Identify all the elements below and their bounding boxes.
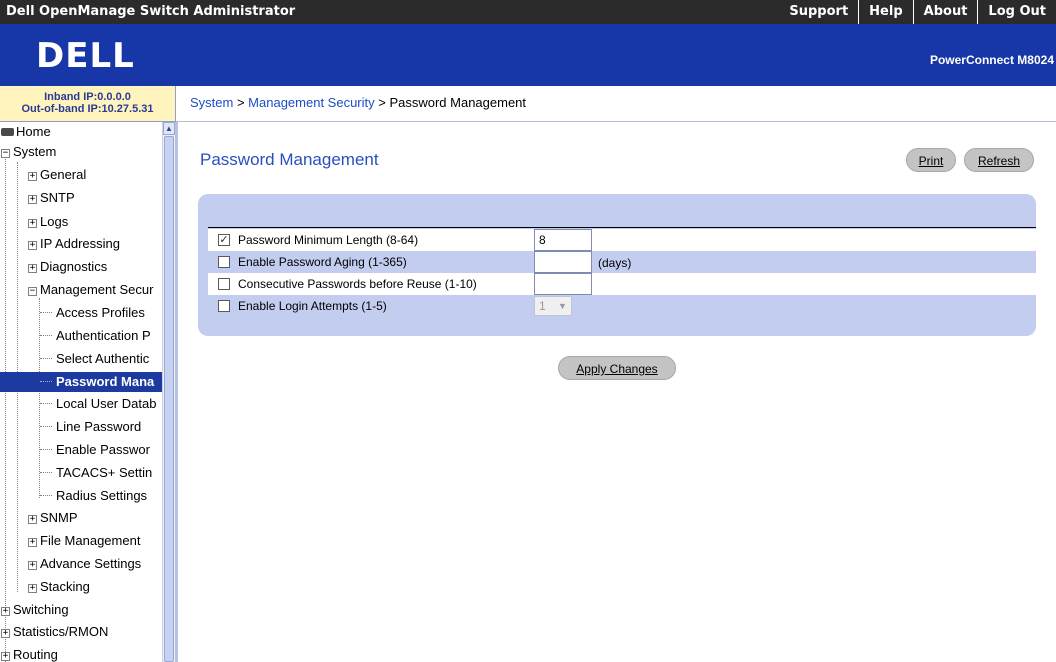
page-title: Password Management — [200, 150, 379, 169]
tree-item-switching[interactable]: + Switching — [1, 600, 69, 620]
breadcrumb-separator: > — [233, 95, 249, 110]
min-length-label: Password Minimum Length (8-64) — [238, 233, 419, 247]
expand-icon[interactable]: + — [28, 515, 37, 524]
main-content: Password Management Print Refresh ✓ Pass… — [190, 122, 1056, 662]
tree-item-snmp[interactable]: + SNMP — [28, 508, 78, 528]
expand-icon[interactable]: + — [28, 561, 37, 570]
logout-link[interactable]: Log Out — [977, 0, 1056, 24]
expand-icon[interactable]: + — [28, 172, 37, 181]
breadcrumb-system[interactable]: System — [190, 95, 233, 110]
expand-icon[interactable]: + — [28, 264, 37, 273]
tree-connector — [40, 358, 52, 359]
home-icon — [1, 128, 14, 136]
expand-icon[interactable]: + — [1, 607, 10, 616]
tree-item-local-user-database[interactable]: Local User Datab — [40, 394, 156, 414]
scroll-up-icon[interactable]: ▲ — [163, 122, 175, 135]
top-bar: Dell OpenManage Switch Administrator Sup… — [0, 0, 1056, 24]
consecutive-passwords-input[interactable] — [534, 273, 592, 295]
expand-icon[interactable]: + — [1, 652, 10, 661]
tree-item-sntp[interactable]: + SNTP — [28, 188, 75, 208]
tree-item-home[interactable]: Home — [1, 122, 51, 142]
tree-item-file-management[interactable]: + File Management — [28, 531, 140, 551]
tree-connector — [40, 472, 52, 473]
tree-item-password-management[interactable]: Password Mana — [0, 372, 162, 392]
min-length-checkbox[interactable]: ✓ — [218, 234, 230, 246]
outofband-ip: Out-of-band IP:10.27.5.31 — [21, 103, 154, 115]
tree-item-system[interactable]: − System — [1, 142, 56, 162]
tree-connector — [40, 449, 52, 450]
expand-icon[interactable]: + — [28, 195, 37, 204]
password-aging-label: Enable Password Aging (1-365) — [238, 255, 407, 269]
tree-connector — [40, 381, 52, 382]
collapse-icon[interactable]: − — [28, 287, 37, 296]
password-aging-input[interactable] — [534, 251, 592, 273]
collapse-icon[interactable]: − — [1, 149, 10, 158]
tree-item-advance-settings[interactable]: + Advance Settings — [28, 554, 141, 574]
tree-connector — [40, 426, 52, 427]
tree-item-statistics-rmon[interactable]: + Statistics/RMON — [1, 622, 108, 642]
tree-item-routing[interactable]: + Routing — [1, 645, 58, 662]
breadcrumb-management-security[interactable]: Management Security — [248, 95, 374, 110]
expand-icon[interactable]: + — [28, 219, 37, 228]
expand-icon[interactable]: + — [28, 241, 37, 250]
row-consecutive-passwords: Consecutive Passwords before Reuse (1-10… — [208, 273, 1036, 295]
breadcrumb: System > Management Security > Password … — [176, 86, 1056, 122]
tree-item-select-authentication[interactable]: Select Authentic — [40, 349, 149, 369]
sidebar-scrollbar[interactable]: ▲ — [162, 122, 175, 662]
tree-item-stacking[interactable]: + Stacking — [28, 577, 90, 597]
tree-item-access-profiles[interactable]: Access Profiles — [40, 303, 145, 323]
header-banner: DELL PowerConnect M8024 — [0, 24, 1056, 86]
inband-ip: Inband IP:0.0.0.0 — [44, 91, 131, 103]
refresh-button[interactable]: Refresh — [964, 148, 1034, 172]
print-button[interactable]: Print — [906, 148, 956, 172]
top-links: Support Help About Log Out — [779, 0, 1056, 24]
tree-item-enable-password[interactable]: Enable Passwor — [40, 440, 150, 460]
login-attempts-checkbox[interactable] — [218, 300, 230, 312]
consecutive-passwords-label: Consecutive Passwords before Reuse (1-10… — [238, 277, 477, 291]
app-title: Dell OpenManage Switch Administrator — [6, 4, 296, 19]
min-length-input[interactable]: 8 — [534, 229, 592, 251]
settings-panel: ✓ Password Minimum Length (8-64) 8 Enabl… — [198, 194, 1036, 336]
row-password-aging: Enable Password Aging (1-365) (days) — [208, 251, 1036, 273]
days-unit: (days) — [598, 256, 632, 270]
tree-connector — [40, 495, 52, 496]
password-aging-checkbox[interactable] — [218, 256, 230, 268]
expand-icon[interactable]: + — [1, 629, 10, 638]
expand-icon[interactable]: + — [28, 584, 37, 593]
tree-item-general[interactable]: + General — [28, 165, 86, 185]
tree-item-ip-addressing[interactable]: + IP Addressing — [28, 234, 120, 254]
panel-divider — [208, 227, 1036, 228]
sidebar-tree: Home − System + General + SNTP + Logs + IP Ad… — [0, 122, 178, 662]
tree-connector — [40, 312, 52, 313]
tree-item-radius-settings[interactable]: Radius Settings — [40, 486, 147, 506]
tree-item-logs[interactable]: + Logs — [28, 212, 68, 232]
login-attempts-select[interactable]: 1 ▼ — [534, 296, 572, 316]
login-attempts-value: 1 — [539, 299, 546, 313]
tree-connector — [40, 403, 52, 404]
login-attempts-label: Enable Login Attempts (1-5) — [238, 299, 387, 313]
support-link[interactable]: Support — [779, 0, 858, 24]
apply-changes-button[interactable]: Apply Changes — [558, 356, 676, 380]
row-min-length: ✓ Password Minimum Length (8-64) 8 — [208, 229, 1036, 251]
tree-item-diagnostics[interactable]: + Diagnostics — [28, 257, 107, 277]
tree-guide — [5, 150, 6, 662]
tree-connector — [40, 335, 52, 336]
ip-info: Inband IP:0.0.0.0 Out-of-band IP:10.27.5… — [0, 86, 176, 122]
expand-icon[interactable]: + — [28, 538, 37, 547]
tree-item-line-password[interactable]: Line Password — [40, 417, 141, 437]
row-login-attempts: Enable Login Attempts (1-5) 1 ▼ — [208, 295, 1036, 317]
breadcrumb-separator: > — [374, 95, 390, 110]
tree-item-authentication-profiles[interactable]: Authentication P — [40, 326, 151, 346]
help-link[interactable]: Help — [858, 0, 912, 24]
tree-item-management-security[interactable]: − Management Secur — [28, 280, 153, 300]
dell-logo: DELL — [36, 36, 135, 76]
consecutive-passwords-checkbox[interactable] — [218, 278, 230, 290]
scrollbar-thumb[interactable] — [164, 136, 174, 662]
tree-item-tacacs-settings[interactable]: TACACS+ Settin — [40, 463, 152, 483]
breadcrumb-current: Password Management — [389, 95, 527, 110]
chevron-down-icon: ▼ — [558, 301, 567, 311]
product-name: PowerConnect M8024 — [929, 53, 1054, 67]
about-link[interactable]: About — [912, 0, 978, 24]
